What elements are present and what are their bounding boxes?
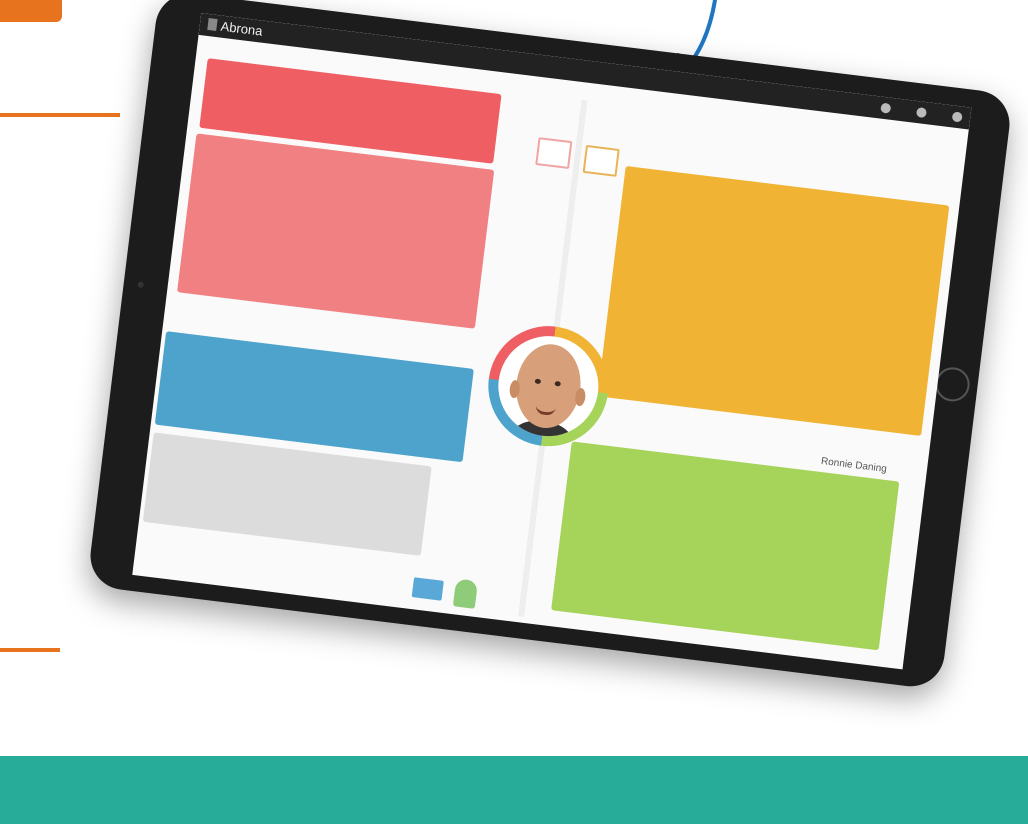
- nav-item-icon[interactable]: [951, 111, 963, 123]
- avatar: [492, 330, 605, 442]
- app-logo[interactable]: Abrona: [207, 17, 263, 39]
- logo-icon: [207, 18, 218, 32]
- top-nav: [880, 102, 963, 123]
- nav-item-icon[interactable]: [880, 102, 892, 114]
- avatar-mouth: [534, 404, 556, 417]
- camera-dot: [137, 281, 145, 289]
- contact-card[interactable]: [597, 165, 950, 436]
- calendar-icon[interactable]: [535, 137, 573, 170]
- appointment-card-large[interactable]: [177, 133, 495, 329]
- avatar-ear: [508, 379, 521, 399]
- avatar-ear: [574, 387, 587, 407]
- app-screen: Abrona Ronnie Daning: [132, 13, 972, 670]
- person-card[interactable]: [551, 441, 900, 651]
- orange-divider-line: [0, 113, 120, 117]
- nav-item-icon[interactable]: [915, 107, 928, 119]
- home-button[interactable]: [933, 365, 972, 404]
- avatar-eye: [554, 380, 562, 387]
- profile-avatar-ring[interactable]: [481, 319, 616, 454]
- avatar-face: [508, 340, 587, 432]
- promo-scene: Abrona Ronnie Daning: [0, 0, 1028, 824]
- tablet-device: Abrona Ronnie Daning: [86, 0, 1014, 691]
- contact-card-icon[interactable]: [582, 144, 620, 177]
- avatar-eye: [534, 378, 542, 385]
- app-title: Abrona: [219, 18, 264, 39]
- mail-icon[interactable]: [411, 577, 444, 601]
- orange-heading-fragment: [0, 0, 62, 22]
- person-icon[interactable]: [452, 578, 479, 609]
- orange-divider-line-bottom: [0, 648, 60, 652]
- user-name: Ronnie Daning: [820, 455, 888, 475]
- teal-footer-band: [0, 756, 1028, 824]
